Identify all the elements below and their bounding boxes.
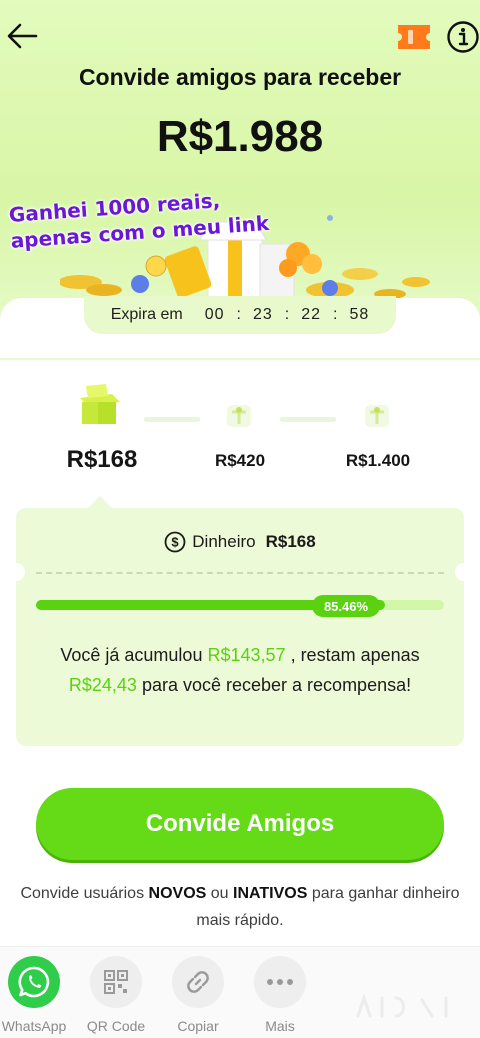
total-reward-amount: R$1.988 — [156, 112, 324, 161]
step-amount-1: R$168 — [66, 446, 138, 473]
ticket-notch-right — [455, 563, 473, 581]
countdown-hours: 00 — [204, 306, 225, 323]
share-copy-button[interactable]: Copiar — [158, 956, 238, 1034]
share-more-button[interactable]: Mais — [240, 956, 320, 1034]
msg-middle: , restam apenas — [290, 645, 420, 665]
share-copy-circle — [172, 956, 224, 1008]
more-icon — [267, 979, 293, 985]
msg-prefix: Você já acumulou — [60, 645, 203, 665]
step-amount-3: R$1.400 — [345, 451, 411, 470]
step-amount-2: R$420 — [214, 451, 266, 470]
page-title: Convide amigos para receber — [78, 64, 402, 90]
note-inativos: INATIVOS — [233, 885, 308, 902]
info-icon — [447, 21, 479, 53]
reward-label: Dinheiro — [192, 532, 256, 551]
countdown-separator: : — [284, 306, 290, 323]
reward-header: $ Dinheiro R$168 — [0, 530, 480, 554]
countdown-frames: 58 — [349, 306, 370, 323]
share-qr-label: QR Code — [86, 1018, 146, 1034]
share-whatsapp-button[interactable]: WhatsApp — [0, 956, 74, 1034]
step-connector — [144, 417, 200, 422]
arrow-left-icon — [7, 23, 38, 49]
share-more-circle — [254, 956, 306, 1008]
back-button[interactable] — [4, 18, 40, 54]
step-connector — [280, 417, 336, 422]
faint-watermark — [352, 990, 462, 1024]
share-more-label: Mais — [265, 1018, 295, 1034]
remaining-amount: R$24,43 — [68, 675, 137, 695]
note-prefix: Convide usuários — [20, 885, 145, 902]
note-novos: NOVOS — [148, 885, 207, 902]
reward-amount: R$168 — [265, 532, 316, 551]
svg-text:$: $ — [172, 535, 180, 550]
share-whatsapp-circle — [8, 956, 60, 1008]
progress-message: Você já acumulou R$143,57 , restam apena… — [40, 640, 440, 700]
dollar-coin-icon: $ — [164, 531, 186, 553]
gift-box-locked-icon — [365, 405, 389, 427]
qr-code-icon — [104, 970, 128, 994]
ticket-button[interactable] — [396, 22, 432, 52]
share-copy-label: Copiar — [177, 1018, 219, 1034]
ticket-notch-left — [7, 563, 25, 581]
whatsapp-icon — [18, 966, 50, 998]
countdown-separator: : — [236, 306, 241, 323]
invite-friends-button[interactable]: Convide Amigos — [36, 788, 444, 860]
countdown-separator: : — [333, 306, 338, 323]
countdown-minutes: 23 — [252, 306, 273, 323]
ticket-icon — [398, 25, 430, 49]
info-button[interactable] — [446, 20, 480, 54]
invite-note: Convide usuários NOVOS ou INATIVOS para … — [20, 880, 460, 934]
gift-box-locked-icon — [227, 405, 251, 427]
accumulated-amount: R$143,57 — [207, 645, 286, 665]
progress-percent-badge: 85.46% — [312, 595, 380, 617]
expiry-label: Expira em — [110, 306, 183, 323]
share-whatsapp-label: WhatsApp — [1, 1018, 67, 1034]
expiry-countdown: Expira em 00 : 23 : 22 : 58 — [84, 296, 396, 334]
progress-bar — [36, 600, 444, 610]
gift-box-open-icon — [80, 384, 120, 424]
share-qr-code-button[interactable]: QR Code — [76, 956, 156, 1034]
msg-suffix: para você receber a recompensa! — [141, 675, 412, 695]
note-ou: ou — [210, 885, 229, 902]
countdown-seconds: 22 — [301, 306, 322, 323]
dashed-divider — [36, 572, 444, 574]
link-icon — [187, 971, 209, 993]
panel-pointer — [86, 496, 114, 510]
share-qr-circle — [90, 956, 142, 1008]
